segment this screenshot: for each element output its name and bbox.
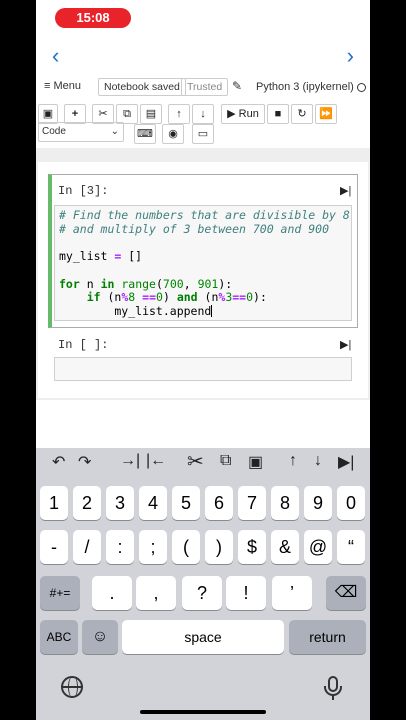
undo-icon[interactable]: ↶ [52, 452, 65, 472]
arrow-down-icon[interactable]: ↓ [314, 452, 322, 470]
cut-icon[interactable]: ✂ [92, 104, 114, 124]
trusted-indicator[interactable]: Trusted [181, 78, 229, 96]
cell-type-value: Code [42, 126, 66, 137]
key[interactable]: ! [226, 576, 266, 610]
run-icon[interactable]: ▶| [338, 452, 354, 472]
key[interactable]: 7 [238, 486, 266, 520]
menu-button[interactable]: ≡ Menu [44, 80, 81, 92]
notebook-saved-indicator: Notebook saved [98, 78, 186, 96]
stop-icon[interactable]: ■ [267, 104, 289, 124]
key[interactable]: ? [182, 576, 222, 610]
chevron-down-icon: ⌄ [110, 126, 119, 137]
key[interactable]: 9 [304, 486, 332, 520]
key[interactable]: / [73, 530, 101, 564]
pencil-icon[interactable]: ✎ [232, 79, 242, 93]
abc-key[interactable]: ABC [40, 620, 78, 654]
restart-icon[interactable]: ↻ [291, 104, 313, 124]
keyboard-icon[interactable]: ⌨ [134, 124, 156, 144]
arrow-up-icon[interactable]: ↑ [289, 452, 297, 470]
save-icon[interactable]: ▣ [38, 104, 58, 124]
key[interactable]: “ [337, 530, 365, 564]
microphone-base-icon [332, 696, 334, 700]
text-cursor [211, 304, 213, 317]
key[interactable]: @ [304, 530, 332, 564]
forward-chevron-icon[interactable]: › [347, 44, 354, 68]
kernel-name[interactable]: Python 3 (ipykernel) [256, 81, 354, 93]
browser-nav-bar: ‹ › [36, 38, 370, 76]
key[interactable]: 8 [271, 486, 299, 520]
run-button[interactable]: ▶ Run [221, 104, 265, 124]
key[interactable]: ( [172, 530, 200, 564]
run-cell-icon[interactable]: ▶| [340, 184, 351, 197]
empty-code-editor[interactable] [54, 357, 352, 381]
code-line-list-init: my_list = [] [59, 249, 143, 264]
scissors-icon[interactable]: ✂ [187, 449, 204, 474]
copy-icon[interactable]: ⧉ [116, 104, 138, 124]
cell-prompt: In [3]: [58, 184, 109, 198]
notebook-toolbar: ▣ + ✂ ⧉ ▤ ↑ ↓ ▶ Run ■ ↻ ⏩ Code ⌄ ⌨ ◉ ▭ [36, 102, 370, 148]
back-chevron-icon[interactable]: ‹ [52, 44, 59, 68]
backspace-icon[interactable]: ⌫ [326, 576, 366, 610]
status-time: 15:08 [55, 8, 131, 28]
key[interactable]: 3 [106, 486, 134, 520]
code-line: # Find the numbers that are divisible by… [59, 208, 350, 222]
copy-icon[interactable]: ⧉ [220, 452, 231, 470]
key[interactable]: ’ [272, 576, 312, 610]
key[interactable]: - [40, 530, 68, 564]
restart-run-all-icon[interactable]: ⏩ [315, 104, 337, 124]
key[interactable]: . [92, 576, 132, 610]
notebook-menubar: ≡ Menu Notebook saved Trusted ✎ Python 3… [36, 76, 370, 100]
indent-icon[interactable]: →| [120, 452, 140, 470]
code-line-for: for n in range(700, 901): [59, 276, 233, 291]
key[interactable]: 4 [139, 486, 167, 520]
toolbar-separator [36, 148, 370, 160]
space-key[interactable]: space [122, 620, 284, 654]
dedent-icon[interactable]: |← [146, 452, 166, 470]
keyboard-shortcut-bar: ↶ ↷ →| |← ✂ ⧉ ▣ ↑ ↓ ▶| [36, 448, 370, 480]
open-folder-icon[interactable]: ▭ [192, 124, 214, 144]
key[interactable]: ; [139, 530, 167, 564]
key[interactable]: 6 [205, 486, 233, 520]
code-line-append: my_list.append [59, 303, 212, 318]
key[interactable]: & [271, 530, 299, 564]
home-indicator[interactable] [140, 710, 266, 714]
cell-type-select[interactable]: Code ⌄ [38, 122, 124, 142]
move-up-icon[interactable]: ↑ [168, 104, 190, 124]
code-editor[interactable]: # Find the numbers that are divisible by… [54, 205, 352, 321]
key[interactable]: 5 [172, 486, 200, 520]
more-symbols-key[interactable]: #+= [40, 576, 80, 610]
key[interactable]: 2 [73, 486, 101, 520]
move-down-icon[interactable]: ↓ [192, 104, 214, 124]
paste-icon[interactable]: ▣ [248, 452, 263, 472]
code-line: # and multiply of 3 between 700 and 900 [59, 221, 330, 236]
return-key[interactable]: return [289, 620, 366, 654]
cell-prompt: In [ ]: [58, 338, 109, 352]
kernel-status-icon [357, 83, 366, 92]
add-cell-icon[interactable]: + [64, 104, 86, 124]
run-cell-icon[interactable]: ▶| [340, 338, 351, 351]
code-line-if: if (n%8 ==0) and (n%3==0): [86, 290, 267, 305]
redo-icon[interactable]: ↷ [78, 452, 91, 472]
key[interactable]: 0 [337, 486, 365, 520]
compass-icon[interactable]: ◉ [162, 124, 184, 144]
key[interactable]: ) [205, 530, 233, 564]
globe-icon[interactable] [61, 676, 83, 698]
key[interactable]: , [136, 576, 176, 610]
emoji-icon[interactable]: ☺ [82, 620, 118, 654]
key[interactable]: : [106, 530, 134, 564]
key[interactable]: $ [238, 530, 266, 564]
paste-icon[interactable]: ▤ [140, 104, 162, 124]
key[interactable]: 1 [40, 486, 68, 520]
